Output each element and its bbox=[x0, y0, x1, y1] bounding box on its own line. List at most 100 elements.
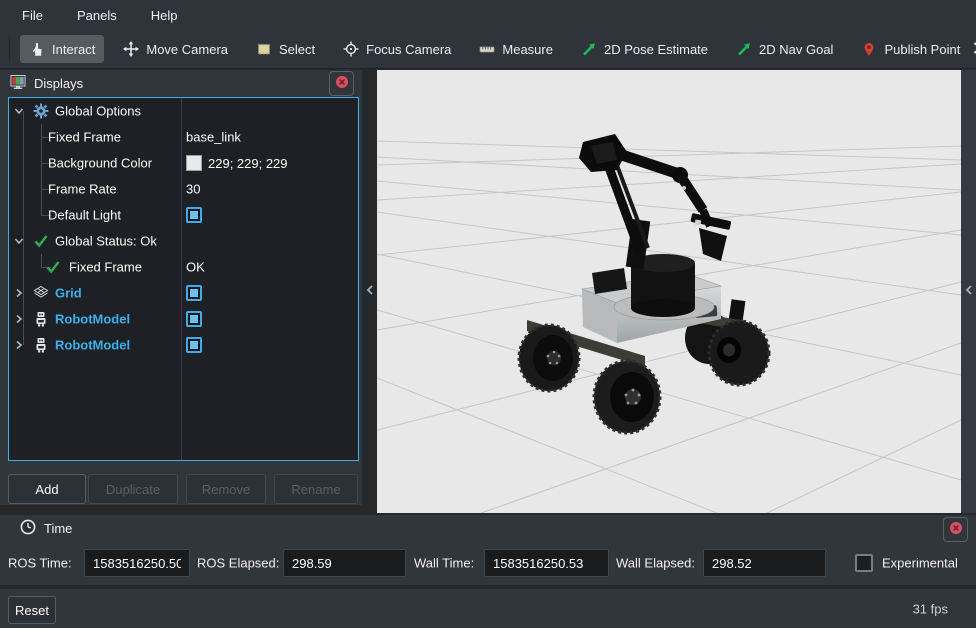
time-panel-title: Time bbox=[44, 521, 72, 536]
displays-close-button[interactable] bbox=[329, 71, 354, 96]
time-panel: Time ROS Time: ROS Elapsed: Wall Time: W… bbox=[0, 515, 976, 585]
reset-button[interactable]: Reset bbox=[8, 596, 56, 624]
wall-time-input[interactable] bbox=[484, 549, 609, 577]
displays-tree[interactable]: Global Options Fixed Frame base_link Bac… bbox=[8, 97, 359, 461]
fps-counter: 31 fps bbox=[913, 601, 948, 616]
color-rgb-text: 229; 229; 229 bbox=[208, 156, 288, 171]
menu-help[interactable]: Help bbox=[139, 4, 190, 27]
wall-elapsed-input[interactable] bbox=[703, 549, 826, 577]
duplicate-button[interactable]: Duplicate bbox=[88, 474, 178, 504]
robot-icon bbox=[33, 337, 49, 353]
displays-panel-header[interactable]: Displays bbox=[0, 70, 362, 97]
tree-row-robotmodel-1[interactable]: RobotModel bbox=[9, 306, 358, 332]
tool-label: Measure bbox=[502, 42, 553, 57]
check-icon bbox=[45, 259, 61, 275]
robotmodel-enabled-checkbox[interactable] bbox=[186, 311, 202, 327]
chevron-down-icon[interactable] bbox=[13, 235, 25, 247]
close-icon bbox=[949, 521, 963, 538]
tree-row-label: Grid bbox=[55, 286, 82, 301]
tree-row-global-options[interactable]: Global Options bbox=[9, 98, 358, 124]
tool-label: Focus Camera bbox=[366, 42, 451, 57]
green-arrow-icon bbox=[736, 41, 752, 57]
rename-button[interactable]: Rename bbox=[274, 474, 358, 504]
displays-button-row: Add Duplicate Remove Rename bbox=[0, 474, 362, 505]
tool-label: Select bbox=[279, 42, 315, 57]
tree-row-label: Frame Rate bbox=[48, 182, 117, 197]
chevron-right-icon[interactable] bbox=[13, 339, 25, 351]
displays-panel-title: Displays bbox=[34, 76, 83, 91]
tool-2d-nav-goal-button[interactable]: 2D Nav Goal bbox=[727, 35, 842, 63]
monitor-icon bbox=[10, 74, 26, 93]
grid-enabled-checkbox[interactable] bbox=[186, 285, 202, 301]
chevron-right-icon[interactable] bbox=[13, 287, 25, 299]
tool-publish-point-button[interactable]: Publish Point bbox=[852, 35, 969, 63]
left-panel-collapse-handle[interactable] bbox=[362, 70, 377, 513]
add-button[interactable]: Add bbox=[8, 474, 86, 504]
wall-time-label: Wall Time: bbox=[414, 556, 474, 571]
fixed-frame-value[interactable]: base_link bbox=[186, 130, 241, 145]
menu-bar: File Panels Help bbox=[0, 0, 976, 30]
time-close-button[interactable] bbox=[943, 517, 968, 542]
chevron-right-icon[interactable] bbox=[13, 313, 25, 325]
move-arrows-icon bbox=[123, 41, 139, 57]
tree-row-fixed-frame-status[interactable]: Fixed Frame OK bbox=[9, 254, 358, 280]
time-panel-header[interactable]: Time bbox=[0, 515, 976, 542]
toolbar-grip-handle[interactable] bbox=[9, 37, 10, 61]
tool-measure-button[interactable]: Measure bbox=[470, 35, 562, 63]
default-light-checkbox[interactable] bbox=[186, 207, 202, 223]
tree-row-label: Background Color bbox=[48, 156, 152, 171]
map-pin-icon bbox=[861, 41, 877, 57]
green-arrow-icon bbox=[581, 41, 597, 57]
tree-row-label: RobotModel bbox=[55, 338, 130, 353]
chevron-left-icon bbox=[963, 283, 975, 300]
tool-bar: Interact Move Camera Select Focus Camera… bbox=[0, 30, 976, 69]
chevron-right-icon bbox=[969, 40, 976, 59]
right-panel-collapse-handle[interactable] bbox=[961, 70, 976, 513]
time-fields-row: ROS Time: ROS Elapsed: Wall Time: Wall E… bbox=[0, 548, 976, 578]
chevron-down-icon[interactable] bbox=[13, 105, 25, 117]
remove-button[interactable]: Remove bbox=[186, 474, 266, 504]
tree-row-label: Fixed Frame bbox=[48, 130, 121, 145]
tree-row-label: Global Options bbox=[55, 104, 141, 119]
clock-icon bbox=[20, 519, 36, 538]
check-icon bbox=[33, 233, 49, 249]
3d-viewport[interactable] bbox=[377, 70, 961, 513]
chevron-left-icon bbox=[364, 283, 376, 300]
tool-select-button[interactable]: Select bbox=[247, 35, 324, 63]
hand-cursor-icon bbox=[29, 41, 45, 57]
tool-interact-button[interactable]: Interact bbox=[20, 35, 104, 63]
robot-icon bbox=[33, 311, 49, 327]
tree-row-background-color[interactable]: Background Color 229; 229; 229 bbox=[9, 150, 358, 176]
tool-2d-pose-estimate-button[interactable]: 2D Pose Estimate bbox=[572, 35, 717, 63]
frame-rate-value[interactable]: 30 bbox=[186, 182, 200, 197]
tool-focus-camera-button[interactable]: Focus Camera bbox=[334, 35, 460, 63]
ros-time-input[interactable] bbox=[84, 549, 190, 577]
tree-row-global-status[interactable]: Global Status: Ok bbox=[9, 228, 358, 254]
experimental-checkbox[interactable] bbox=[855, 554, 873, 572]
ros-elapsed-input[interactable] bbox=[283, 549, 406, 577]
color-swatch[interactable] bbox=[186, 155, 202, 171]
ros-elapsed-label: ROS Elapsed: bbox=[197, 556, 279, 571]
menu-file[interactable]: File bbox=[10, 4, 55, 27]
wall-elapsed-label: Wall Elapsed: bbox=[616, 556, 695, 571]
robotmodel-enabled-checkbox[interactable] bbox=[186, 337, 202, 353]
fixed-frame-status-value: OK bbox=[186, 260, 205, 275]
background-color-value[interactable]: 229; 229; 229 bbox=[186, 155, 288, 171]
tree-row-frame-rate[interactable]: Frame Rate 30 bbox=[9, 176, 358, 202]
tree-row-default-light[interactable]: Default Light bbox=[9, 202, 358, 228]
tree-row-label: Global Status: Ok bbox=[55, 234, 157, 249]
toolbar-overflow-button[interactable] bbox=[969, 35, 976, 63]
tree-row-grid[interactable]: Grid bbox=[9, 280, 358, 306]
rviz-window: File Panels Help Interact Move Camera Se… bbox=[0, 0, 976, 628]
tool-label: 2D Pose Estimate bbox=[604, 42, 708, 57]
displays-panel: Displays Global Options Fi bbox=[0, 70, 362, 505]
tree-row-fixed-frame[interactable]: Fixed Frame base_link bbox=[9, 124, 358, 150]
menu-panels[interactable]: Panels bbox=[65, 4, 129, 27]
tool-label: 2D Nav Goal bbox=[759, 42, 833, 57]
tool-label: Move Camera bbox=[146, 42, 228, 57]
grid-icon bbox=[33, 285, 49, 301]
tool-label: Interact bbox=[52, 42, 95, 57]
tree-row-robotmodel-2[interactable]: RobotModel bbox=[9, 332, 358, 358]
experimental-label: Experimental bbox=[882, 556, 958, 571]
tool-move-camera-button[interactable]: Move Camera bbox=[114, 35, 237, 63]
